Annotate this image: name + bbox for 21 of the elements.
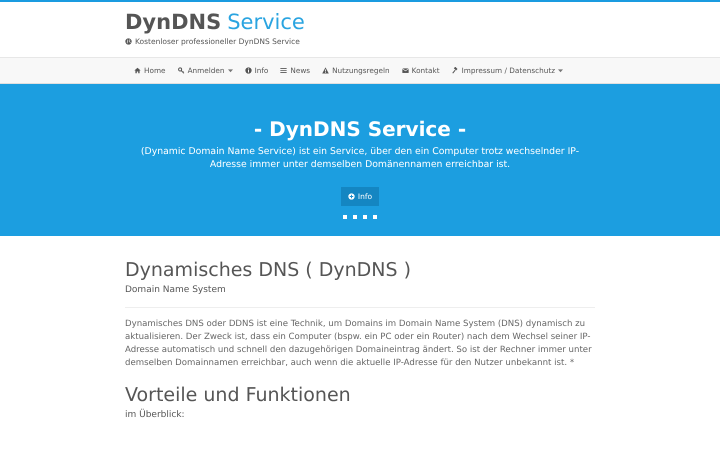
carousel-indicator[interactable] [343,215,347,219]
envelope-icon [402,67,409,74]
menu-icon [280,67,288,74]
key-icon [178,67,185,74]
home-icon [134,67,141,74]
hammer-icon [452,67,459,74]
hero-title: - DynDNS Service - [252,117,468,141]
carousel-indicator[interactable] [363,215,367,219]
site-title[interactable]: DynDNS [125,10,222,34]
carousel-indicator[interactable] [373,215,377,219]
info-icon [244,67,252,74]
carousel-indicator[interactable] [353,215,357,219]
hero-text: (Dynamic Domain Name Service) ist ein Service, über den ein Computer trotz wechselnder IP-Adresse immer unter demselben Domänennamen erreichbar ist. [140,145,580,171]
warning-icon [322,67,330,74]
section-heading: Dynamisches DNS ( DynDNS ) [125,259,412,281]
section-heading: Vorteile und Funktionen [125,384,352,406]
plus-circle-icon [348,193,355,200]
body-paragraph: Dynamisches DNS oder DDNS ist eine Technik, um Domains im Domain Name System (DNS) dynamisch zu aktualisieren. Der Zweck ist, dass ein Computer (bspw. ein PC oder ein Router) nach dem Wechsel seiner IP-Adresse automatisch und schnell den dazugehörigen Domaineintrag ändert. So ist der Rechner immer unter demselben Domainnamen erreichbar, auch wenn die aktuelle IP-Adresse für den Nutzer unbekannt ist. * [125,318,593,370]
section-subtitle: im Überblick: [125,410,186,420]
globe-icon [125,38,132,45]
section-subtitle: Domain Name System [125,285,227,295]
